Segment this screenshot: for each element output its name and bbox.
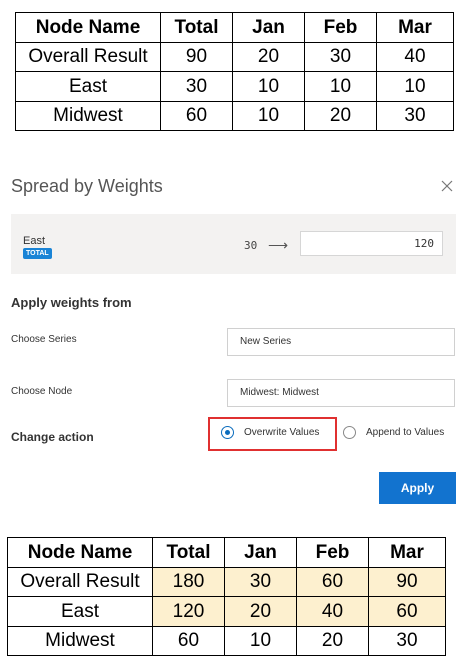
cell: 20 xyxy=(304,100,377,131)
cell: Midwest xyxy=(7,625,153,656)
cell: 60 xyxy=(152,625,225,656)
cell: 90 xyxy=(160,41,233,72)
cell: 30 xyxy=(224,566,297,597)
table-row: East 120 20 40 60 xyxy=(7,596,446,627)
header-jan: Jan xyxy=(224,537,297,568)
cell: 10 xyxy=(232,71,305,102)
cell: 40 xyxy=(296,596,369,627)
header-node-name: Node Name xyxy=(15,12,161,43)
cell: 40 xyxy=(376,41,454,72)
overwrite-values-label: Overwrite Values xyxy=(244,427,320,438)
header-row: Node Name Total Jan Feb Mar xyxy=(15,12,454,43)
cell: 10 xyxy=(304,71,377,102)
target-value-input[interactable]: 120 xyxy=(300,231,443,256)
append-values-radio[interactable]: Append to Values xyxy=(343,426,444,439)
cell: Midwest xyxy=(15,100,161,131)
table-row: Midwest 60 10 20 30 xyxy=(15,100,454,131)
choose-node-select[interactable]: Midwest: Midwest xyxy=(227,379,455,407)
before-table: Node Name Total Jan Feb Mar Overall Resu… xyxy=(15,12,454,131)
choose-series-label: Choose Series xyxy=(11,334,77,345)
cell: 30 xyxy=(160,71,233,102)
cell: 20 xyxy=(224,596,297,627)
dialog-title: Spread by Weights xyxy=(11,176,163,196)
radio-unchecked-icon xyxy=(343,426,356,439)
table-row: Overall Result 90 20 30 40 xyxy=(15,41,454,72)
header-feb: Feb xyxy=(296,537,369,568)
header-total: Total xyxy=(160,12,233,43)
radio-checked-icon xyxy=(221,426,234,439)
cell: Overall Result xyxy=(7,566,153,597)
source-node-name: East xyxy=(23,235,46,247)
cell: 30 xyxy=(376,100,454,131)
cell: 30 xyxy=(368,625,446,656)
header-mar: Mar xyxy=(368,537,446,568)
cell: East xyxy=(15,71,161,102)
cell: 120 xyxy=(152,596,225,627)
close-icon[interactable] xyxy=(437,176,457,196)
cell: East xyxy=(7,596,153,627)
append-values-label: Append to Values xyxy=(366,427,445,438)
cell: 60 xyxy=(296,566,369,597)
header-mar: Mar xyxy=(376,12,454,43)
header-node-name: Node Name xyxy=(7,537,153,568)
table-row: Overall Result 180 30 60 90 xyxy=(7,566,446,597)
apply-weights-heading: Apply weights from xyxy=(11,295,132,310)
header-feb: Feb xyxy=(304,12,377,43)
cell: 90 xyxy=(368,566,446,597)
choose-series-select[interactable]: New Series xyxy=(227,328,455,356)
cell: 60 xyxy=(368,596,446,627)
header-total: Total xyxy=(152,537,225,568)
apply-button[interactable]: Apply xyxy=(379,472,456,504)
cell: 10 xyxy=(232,100,305,131)
arrow-right-icon: ⟶ xyxy=(268,237,289,253)
cell: 20 xyxy=(232,41,305,72)
overwrite-values-radio[interactable]: Overwrite Values xyxy=(221,426,319,439)
cell: 30 xyxy=(304,41,377,72)
cell: 10 xyxy=(376,71,454,102)
cell: 180 xyxy=(152,566,225,597)
choose-node-label: Choose Node xyxy=(11,386,73,397)
table-row: East 30 10 10 10 xyxy=(15,71,454,102)
from-value: 30 xyxy=(244,239,258,252)
change-action-label: Change action xyxy=(11,430,94,444)
after-table: Node Name Total Jan Feb Mar Overall Resu… xyxy=(7,537,446,656)
cell: 20 xyxy=(296,625,369,656)
header-row: Node Name Total Jan Feb Mar xyxy=(7,537,446,568)
table-row: Midwest 60 10 20 30 xyxy=(7,625,446,656)
cell: 60 xyxy=(160,100,233,131)
total-badge: TOTAL xyxy=(23,248,52,259)
header-jan: Jan xyxy=(232,12,305,43)
source-node-panel: East TOTAL 30 ⟶ 120 xyxy=(11,214,456,274)
cell: 10 xyxy=(224,625,297,656)
cell: Overall Result xyxy=(15,41,161,72)
